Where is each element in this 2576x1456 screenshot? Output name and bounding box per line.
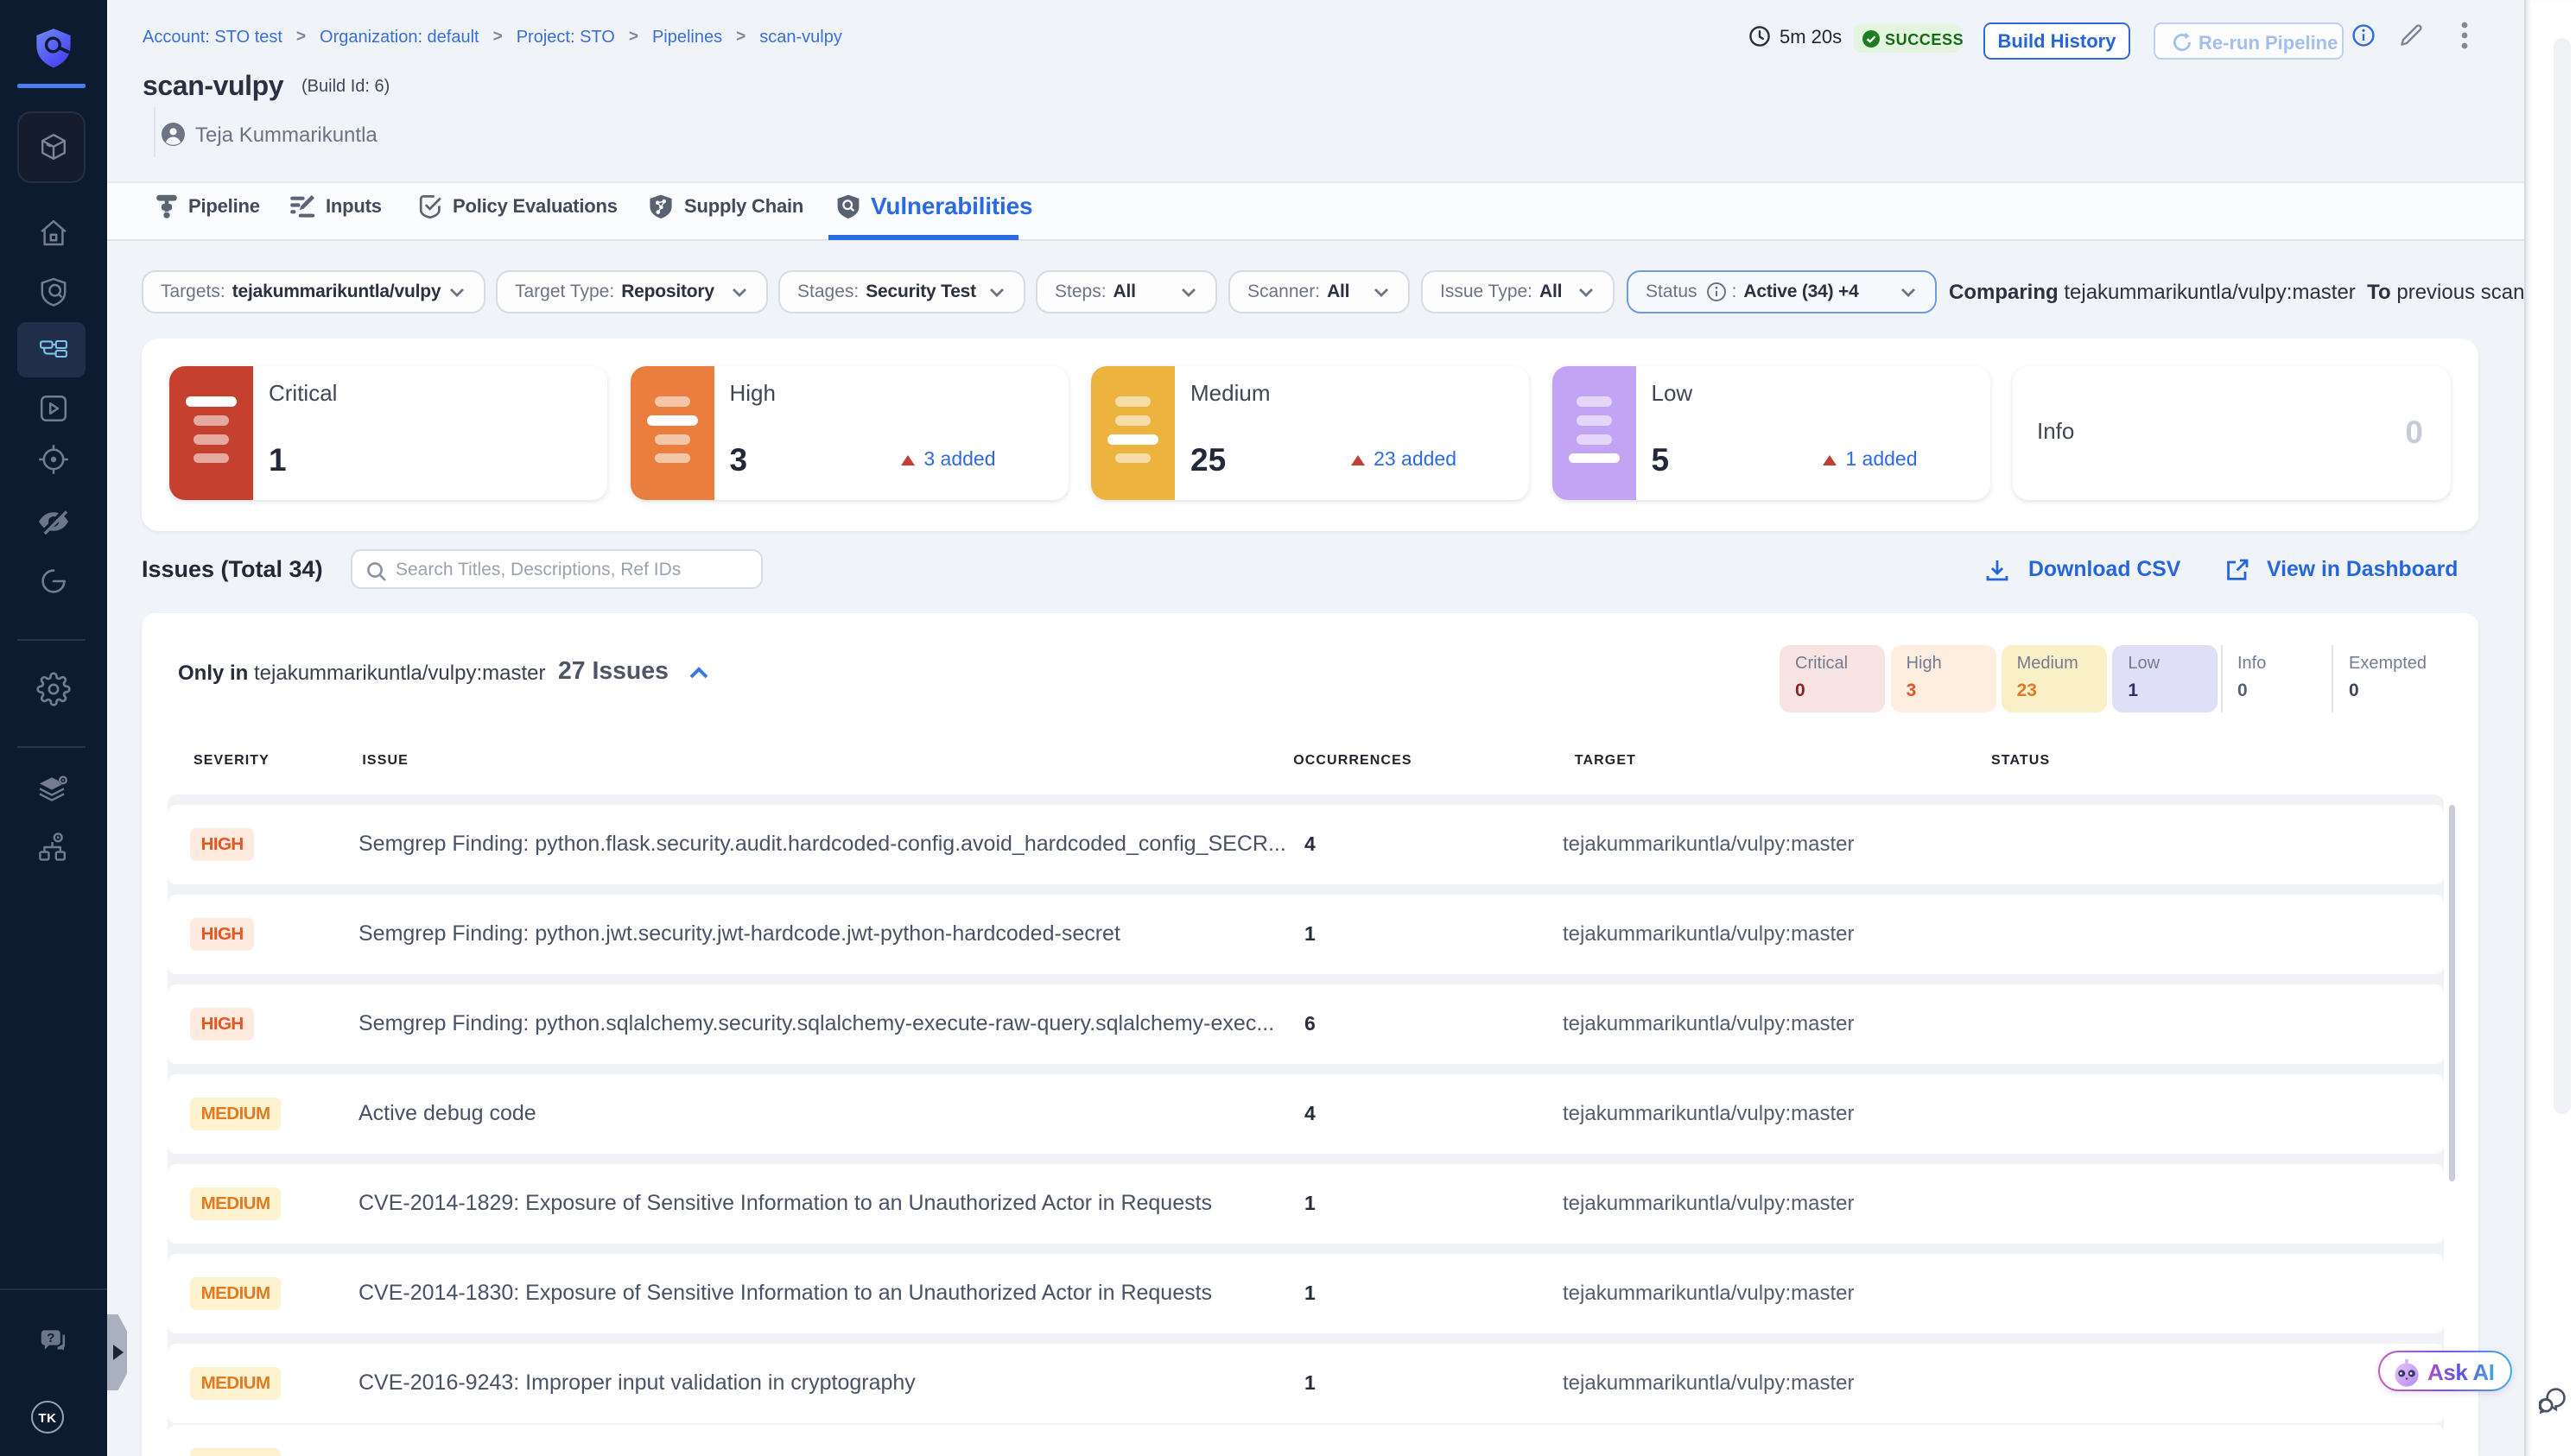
svg-text:?: ? [47, 1331, 54, 1345]
